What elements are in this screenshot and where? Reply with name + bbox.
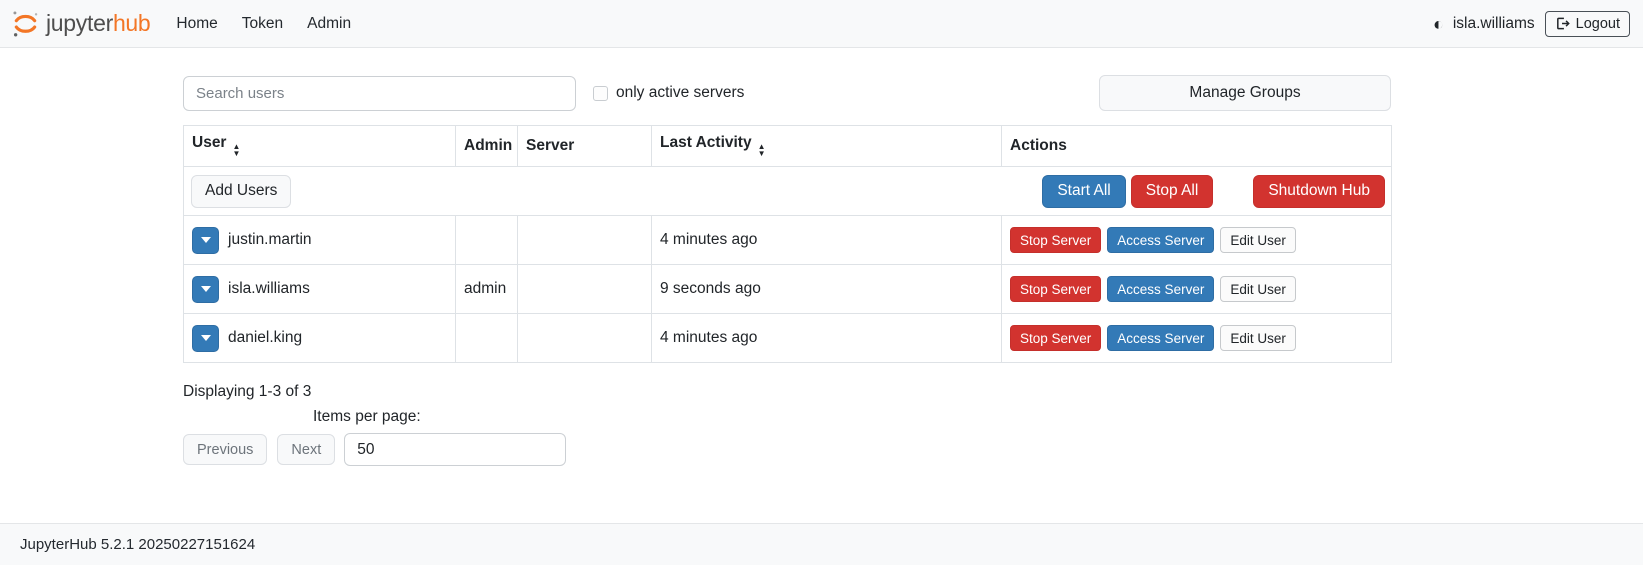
brand-hub: hub [113,10,150,36]
last-activity-cell: 4 minutes ago [652,314,1002,363]
admin-cell [456,216,518,265]
next-page-button[interactable]: Next [277,434,335,465]
add-users-button[interactable]: Add Users [191,175,291,208]
edit-user-button[interactable]: Edit User [1220,276,1296,302]
col-header-admin: Admin [456,126,518,167]
col-header-last-activity[interactable]: Last Activity▲▼ [652,126,1002,167]
admin-cell: admin [456,265,518,314]
brand-jupyter: jupyter [46,10,113,36]
jupyterhub-logo[interactable]: jupyterhub [10,8,150,39]
logout-button[interactable]: Logout [1545,11,1630,37]
search-input[interactable] [183,76,576,111]
logout-label: Logout [1576,16,1620,32]
version-text: JupyterHub 5.2.1 20250227151624 [20,536,255,553]
user-dropdown-button[interactable] [192,227,219,254]
sort-icon-last-activity[interactable]: ▲▼ [758,144,766,158]
col-header-server: Server [518,126,652,167]
current-username: isla.williams [1453,15,1535,33]
col-header-actions: Actions [1002,126,1392,167]
main-nav: Home Token Admin [176,15,351,33]
start-all-button[interactable]: Start All [1042,175,1125,208]
user-name: isla.williams [228,280,310,298]
navbar-right: ◐ isla.williams Logout [1433,11,1630,37]
user-row: daniel.king 4 minutes ago Stop Server Ac… [184,314,1392,363]
access-server-button[interactable]: Access Server [1107,227,1214,253]
access-server-button[interactable]: Access Server [1107,276,1214,302]
pagination-controls: Previous Next [183,433,1391,466]
nav-admin[interactable]: Admin [307,15,351,33]
last-activity-cell: 9 seconds ago [652,265,1002,314]
stop-server-button[interactable]: Stop Server [1010,325,1101,351]
stop-server-button[interactable]: Stop Server [1010,227,1101,253]
previous-page-button[interactable]: Previous [183,434,267,465]
nav-home[interactable]: Home [176,15,217,33]
theme-toggle-icon[interactable]: ◐ [1433,15,1444,33]
nav-token[interactable]: Token [242,15,283,33]
user-row: isla.williams admin 9 seconds ago Stop S… [184,265,1392,314]
access-server-button[interactable]: Access Server [1107,325,1214,351]
logout-icon [1555,16,1570,31]
manage-groups-button[interactable]: Manage Groups [1099,75,1391,111]
last-activity-cell: 4 minutes ago [652,216,1002,265]
jupyter-logo-icon [10,8,41,39]
pagination-summary: Displaying 1-3 of 3 [183,383,1391,401]
chevron-down-icon [201,237,211,243]
toolbar: only active servers Manage Groups [183,75,1391,111]
user-dropdown-button[interactable] [192,276,219,303]
user-dropdown-button[interactable] [192,325,219,352]
page-size-input[interactable] [344,433,566,466]
col-header-user[interactable]: User▲▼ [184,126,456,167]
only-active-checkbox[interactable] [593,86,608,101]
chevron-down-icon [201,335,211,341]
sort-icon-user[interactable]: ▲▼ [232,144,240,158]
chevron-down-icon [201,286,211,292]
server-cell [518,216,652,265]
table-header-row: User▲▼ Admin Server Last Activity▲▼ Acti… [184,126,1392,167]
user-row: justin.martin 4 minutes ago Stop Server … [184,216,1392,265]
server-cell [518,265,652,314]
stop-server-button[interactable]: Stop Server [1010,276,1101,302]
shutdown-hub-button[interactable]: Shutdown Hub [1253,175,1385,208]
items-per-page-label: Items per page: [313,408,1391,426]
bulk-actions-row: Add Users Start All Stop All Shutdown Hu… [184,167,1392,216]
edit-user-button[interactable]: Edit User [1220,325,1296,351]
navbar: jupyterhub Home Token Admin ◐ isla.willi… [0,0,1643,48]
users-table: User▲▼ Admin Server Last Activity▲▼ Acti… [183,125,1392,363]
footer: JupyterHub 5.2.1 20250227151624 [0,523,1643,565]
user-name: justin.martin [228,231,312,249]
admin-cell [456,314,518,363]
user-name: daniel.king [228,329,302,347]
stop-all-button[interactable]: Stop All [1131,175,1214,208]
edit-user-button[interactable]: Edit User [1220,227,1296,253]
server-cell [518,314,652,363]
only-active-label: only active servers [616,84,744,102]
admin-panel: only active servers Manage Groups User▲▼… [183,75,1391,466]
